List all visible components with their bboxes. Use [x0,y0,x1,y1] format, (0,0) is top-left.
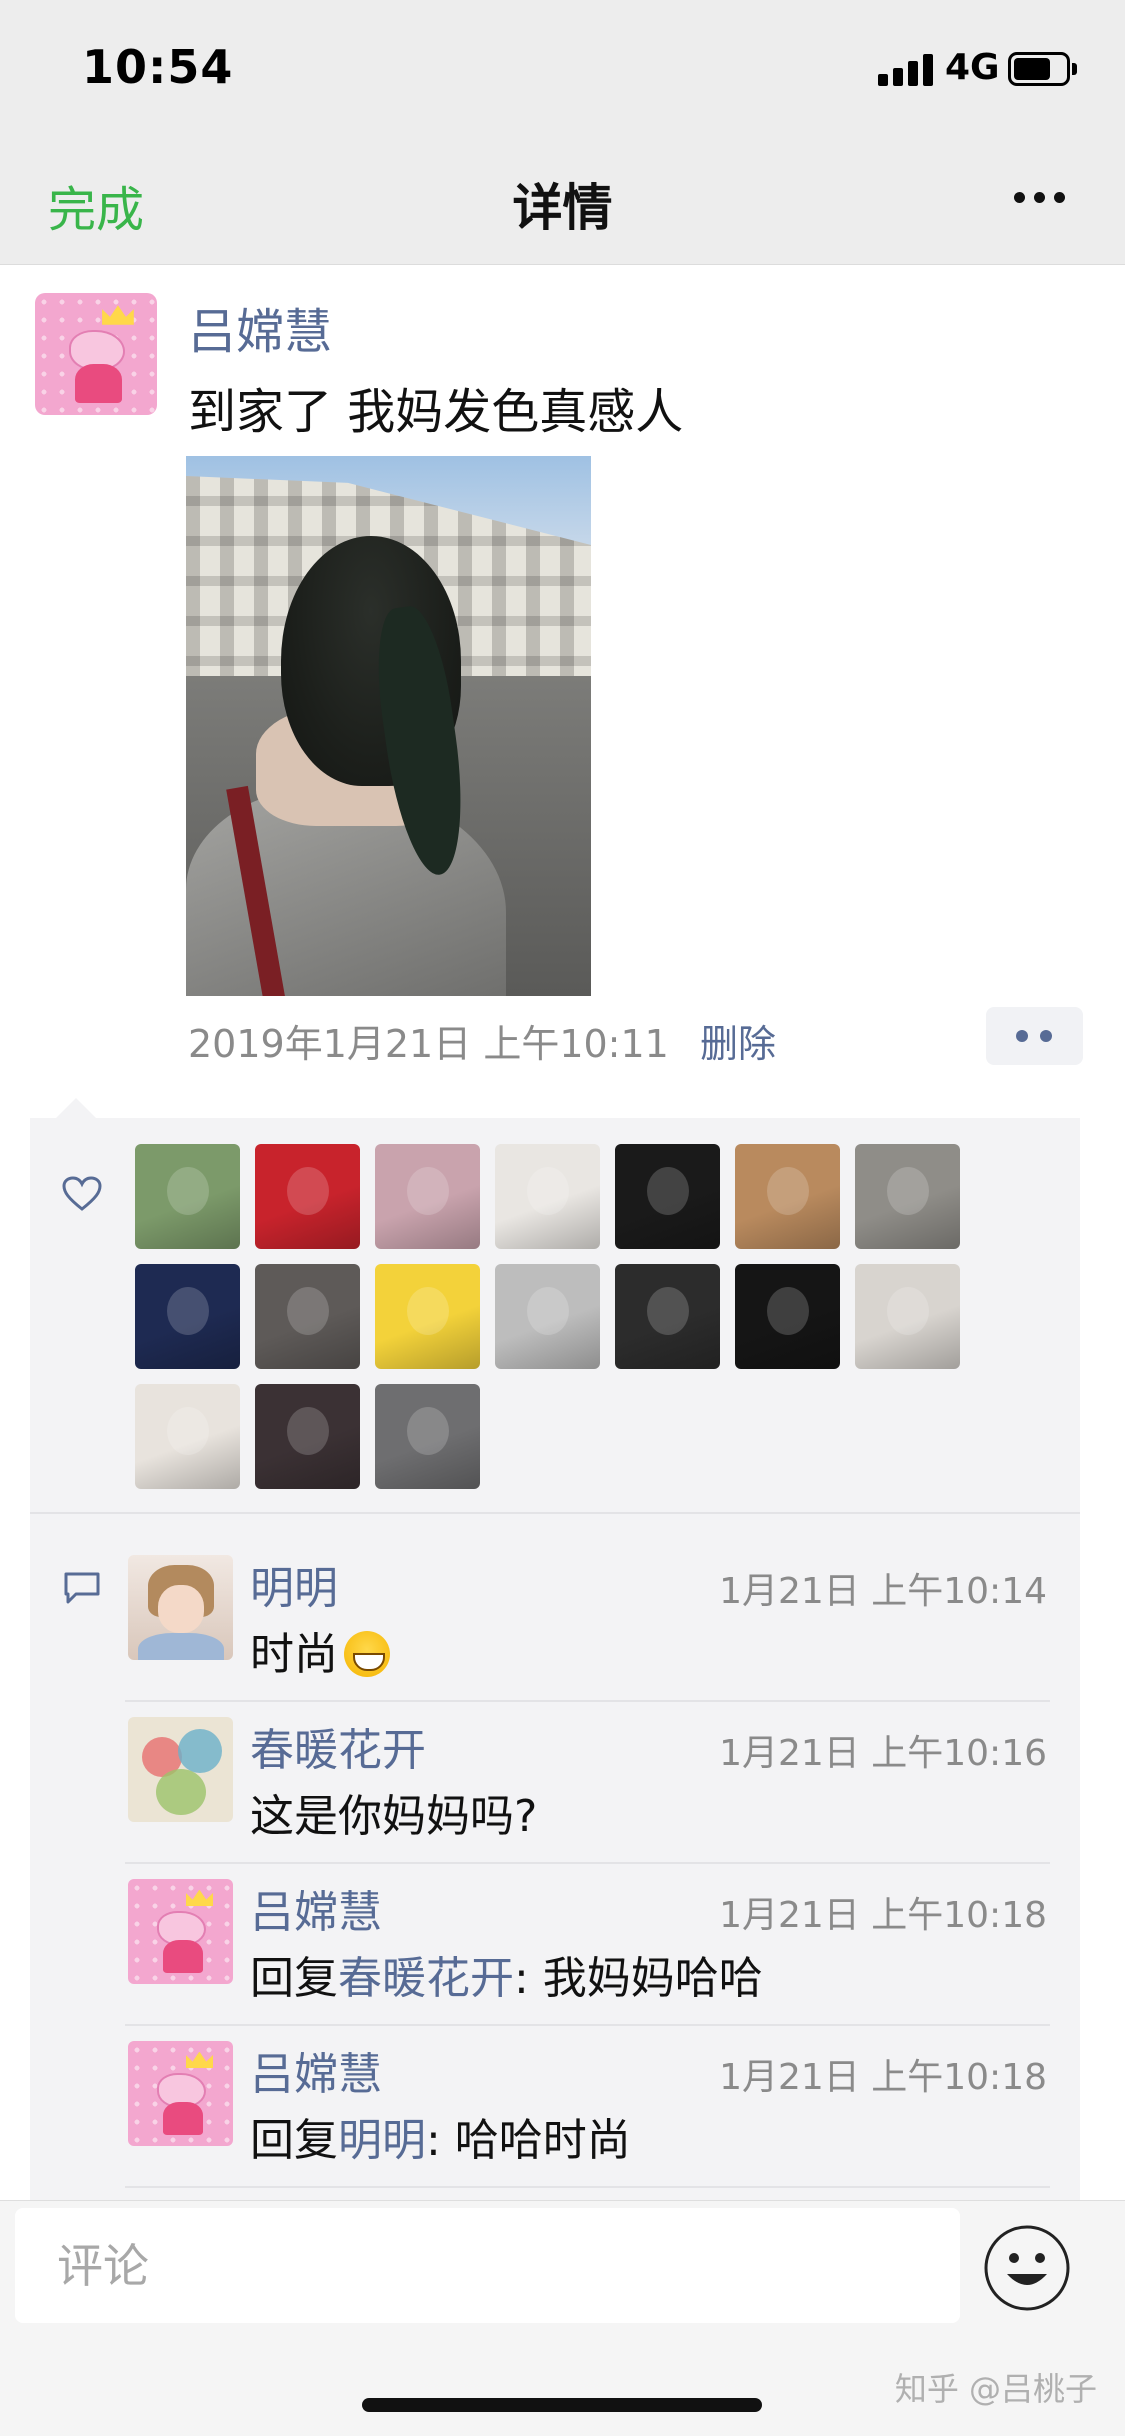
reply-to-name[interactable]: 明明 [338,2115,426,2166]
like-avatar[interactable] [495,1144,600,1249]
comment-divider [125,1862,1050,1864]
comment-author[interactable]: 春暖花开 [250,1714,426,1778]
battery-icon [1008,52,1078,86]
reply-prefix: 回复 [250,1953,338,2004]
top-area: 10:54 4G 完成 详情 [0,0,1125,265]
status-time: 10:54 [82,40,234,94]
like-avatar[interactable] [735,1264,840,1369]
emoji-face-icon[interactable] [983,2224,1071,2312]
comment-input[interactable] [15,2208,960,2323]
page-title: 详情 [512,179,613,237]
like-avatar[interactable] [375,1264,480,1369]
likes-comments-divider [30,1512,1080,1514]
post-action-button[interactable] [986,1007,1083,1065]
watermark: 知乎 @吕桃子 [894,2370,1097,2408]
comment-time: 1月21日 上午10:18 [719,2057,1047,2098]
like-avatar[interactable] [135,1264,240,1369]
like-avatar[interactable] [135,1144,240,1249]
reply-text: : 哈哈时尚 [426,2115,631,2166]
comment-divider [125,2024,1050,2026]
reply-to-name[interactable]: 春暖花开 [338,1953,514,2004]
like-avatar[interactable] [855,1144,960,1249]
delete-button[interactable]: 删除 [700,1013,776,1068]
comment-text: 这是你妈妈吗? [250,1791,538,1842]
comment-author[interactable]: 明明 [250,1552,338,1616]
home-indicator [362,2398,762,2412]
like-avatar[interactable] [735,1144,840,1249]
comment-icon [62,1570,102,1606]
comment-text: 回复春暖花开: 我妈妈哈哈 [250,1942,763,2006]
post-author-name[interactable]: 吕嫦慧 [188,292,332,362]
like-avatar[interactable] [135,1384,240,1489]
network-label: 4G [945,47,1000,88]
done-button[interactable]: 完成 [48,170,144,240]
comment-avatar[interactable] [128,2041,233,2146]
post-text: 到家了 我妈发色真感人 [188,384,684,440]
grinning-emoji-icon [344,1631,390,1677]
comment-time: 1月21日 上午10:16 [719,1733,1047,1774]
comment-avatar[interactable] [128,1879,233,1984]
comment-time: 1月21日 上午10:18 [719,1895,1047,1936]
like-avatar[interactable] [255,1264,360,1369]
like-avatar[interactable] [495,1264,600,1369]
like-avatar[interactable] [375,1144,480,1249]
comment-author[interactable]: 吕嫦慧 [250,1876,382,1940]
comment-avatar[interactable] [128,1717,233,1822]
like-avatar[interactable] [255,1384,360,1489]
heart-icon [62,1176,102,1212]
like-avatar[interactable] [855,1264,960,1369]
comment-text: 时尚 [250,1618,390,1682]
post-timestamp: 2019年1月21日 上午10:11 [188,1022,669,1066]
comment-time: 1月21日 上午10:14 [719,1571,1047,1612]
like-avatar[interactable] [375,1384,480,1489]
more-dots-icon[interactable] [1010,186,1070,210]
reply-text: : 我妈妈哈哈 [514,1953,763,2004]
comment-avatar[interactable] [128,1555,233,1660]
post-author-avatar[interactable] [35,293,157,415]
like-avatar[interactable] [615,1264,720,1369]
comment-text-content: 时尚 [250,1629,338,1680]
comment-divider [125,2186,1050,2188]
post-photo[interactable] [186,456,591,996]
comment-divider [125,1700,1050,1702]
interaction-arrow [54,1098,98,1120]
comment-text: 回复明明: 哈哈时尚 [250,2104,631,2168]
comment-author[interactable]: 吕嫦慧 [250,2038,382,2102]
cellular-signal-icon [878,52,934,86]
like-avatar[interactable] [615,1144,720,1249]
reply-prefix: 回复 [250,2115,338,2166]
like-avatar[interactable] [255,1144,360,1249]
